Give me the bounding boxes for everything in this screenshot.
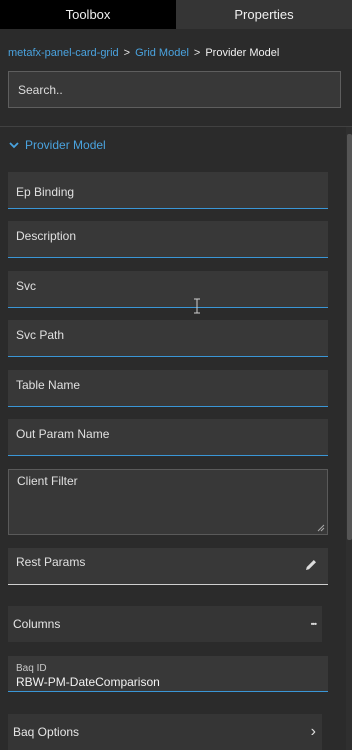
tab-bar: Toolbox Properties <box>0 0 352 29</box>
chevron-right-icon[interactable]: › <box>311 723 316 741</box>
table-name-label: Table Name <box>16 378 81 392</box>
breadcrumb-separator: > <box>193 47 201 59</box>
svc-path-field[interactable]: Svc Path <box>8 320 328 357</box>
out-param-name-label: Out Param Name <box>16 427 110 441</box>
baq-id-value: RBW-PM-DateComparison <box>16 675 160 689</box>
client-filter-label: Client Filter <box>17 474 78 488</box>
baq-options-label: Baq Options <box>13 725 80 739</box>
breadcrumb: metafx-panel-card-grid > Grid Model > Provid… <box>8 47 279 59</box>
description-field[interactable]: Description <box>8 221 328 258</box>
tab-toolbox[interactable]: Toolbox <box>0 0 176 29</box>
ellipsis-icon[interactable]: ••• <box>311 620 317 629</box>
breadcrumb-item-panel-card-grid[interactable]: metafx-panel-card-grid <box>8 47 119 59</box>
section-title: Provider Model <box>25 138 106 152</box>
pencil-edit-icon[interactable] <box>304 558 318 572</box>
search-input[interactable]: Search.. <box>8 71 341 108</box>
ep-binding-label: Ep Binding <box>16 185 75 199</box>
client-filter-textarea[interactable]: Client Filter <box>8 469 328 535</box>
svc-field[interactable]: Svc <box>8 271 328 308</box>
columns-panel[interactable]: Columns ••• <box>8 606 322 642</box>
table-name-field[interactable]: Table Name <box>8 370 328 407</box>
breadcrumb-separator: > <box>123 47 131 59</box>
text-cursor-icon <box>194 298 200 314</box>
rest-params-field[interactable]: Rest Params <box>8 548 328 585</box>
out-param-name-field[interactable]: Out Param Name <box>8 419 328 456</box>
svc-path-label: Svc Path <box>16 328 65 342</box>
chevron-down-icon <box>9 142 19 149</box>
divider <box>0 126 352 127</box>
svc-label: Svc <box>16 279 37 293</box>
search-placeholder: Search.. <box>18 82 63 97</box>
breadcrumb-current: Provider Model <box>205 47 280 59</box>
rest-params-label: Rest Params <box>16 555 86 569</box>
baq-id-field[interactable]: Baq ID RBW-PM-DateComparison <box>8 656 328 692</box>
section-header-provider-model[interactable]: Provider Model <box>8 137 106 153</box>
breadcrumb-item-grid-model[interactable]: Grid Model <box>135 47 189 59</box>
scrollbar-thumb[interactable] <box>347 134 352 540</box>
ep-binding-field[interactable]: Ep Binding <box>8 172 328 209</box>
description-label: Description <box>16 229 77 243</box>
tab-properties[interactable]: Properties <box>176 0 352 29</box>
baq-id-label: Baq ID <box>16 663 47 674</box>
columns-label: Columns <box>13 617 61 631</box>
resize-handle-icon[interactable] <box>317 524 325 532</box>
baq-options-panel[interactable]: Baq Options › <box>8 714 322 750</box>
